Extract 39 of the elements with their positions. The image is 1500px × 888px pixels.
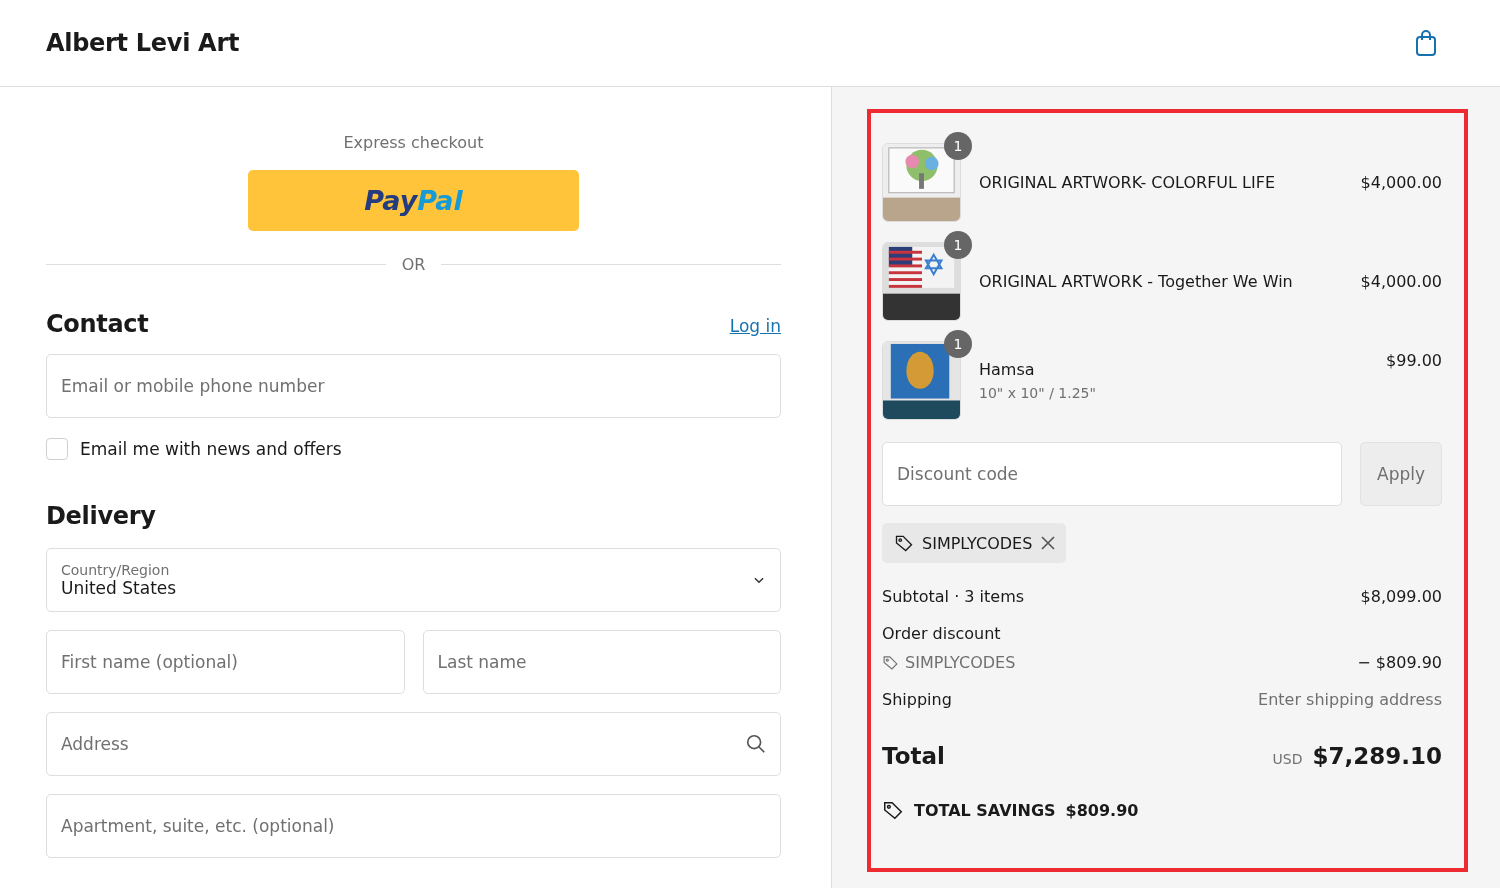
quantity-badge: 1	[944, 132, 972, 160]
paypal-button[interactable]: PayPal	[248, 170, 579, 231]
subtotal-value: $8,099.00	[1360, 587, 1442, 606]
express-checkout-label: Express checkout	[342, 133, 485, 152]
discount-code-text: SIMPLYCODES	[922, 533, 1033, 553]
input-field[interactable]: First name (optional)	[46, 630, 405, 694]
discount-code-field[interactable]: Discount code	[882, 442, 1342, 506]
total-value: $7,289.10	[1312, 743, 1442, 769]
product-price: $4,000.00	[1360, 272, 1442, 291]
quantity-badge: 1	[944, 231, 972, 259]
store-name[interactable]: Albert Levi Art	[46, 29, 240, 57]
or-divider-label: OR	[401, 255, 426, 274]
input-field[interactable]: Apartment, suite, etc. (optional)	[46, 794, 781, 858]
currency-code: USD	[1272, 751, 1303, 767]
product-price: $99.00	[1386, 351, 1442, 370]
total-savings-label: TOTAL SAVINGS	[914, 800, 1056, 820]
contact-heading: Contact	[46, 310, 149, 338]
log-in-link[interactable]: Log in	[729, 316, 781, 336]
subtotal-label: Subtotal · 3 items	[882, 587, 1025, 606]
discount-value: − $809.90	[1357, 653, 1442, 672]
total-label: Total	[882, 743, 945, 769]
discount-code-text: SIMPLYCODES	[905, 653, 1016, 672]
input-field[interactable]: Email or mobile phone number	[46, 354, 781, 418]
product-title: Hamsa	[979, 360, 1036, 379]
shipping-label: Shipping	[882, 690, 952, 709]
product-price: $4,000.00	[1360, 173, 1442, 192]
product-variant: 10" x 10" / 1.25"	[979, 385, 1097, 401]
product-title: ORIGINAL ARTWORK- COLORFUL LIFE	[979, 173, 1276, 192]
quantity-badge: 1	[944, 330, 972, 358]
address-field[interactable]: Address	[46, 712, 781, 776]
apply-button[interactable]: Apply	[1360, 442, 1442, 506]
order-discount-label: Order discount	[882, 624, 1001, 643]
newsletter-label: Email me with news and offers	[80, 439, 342, 459]
input-field[interactable]: Last name	[422, 630, 781, 694]
total-savings-value: $809.90	[1065, 800, 1139, 820]
product-title: ORIGINAL ARTWORK - Together We Win	[979, 272, 1294, 291]
delivery-heading: Delivery	[46, 502, 156, 530]
country-select[interactable]: Country/Region United States	[46, 548, 781, 612]
shipping-value: Enter shipping address	[1258, 690, 1442, 709]
